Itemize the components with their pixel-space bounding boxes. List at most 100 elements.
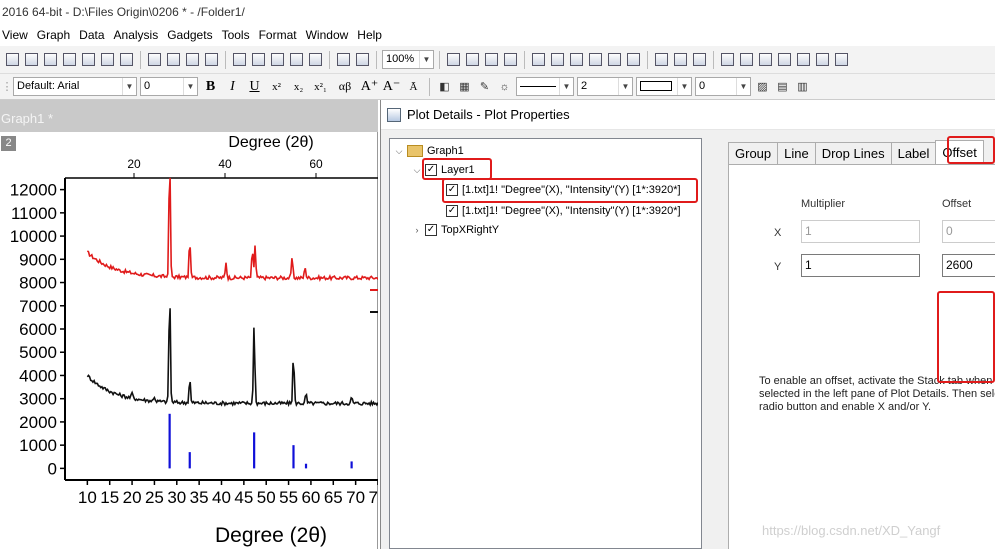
new-graph-icon[interactable] [42, 51, 59, 68]
bold-icon[interactable]: B [201, 79, 220, 95]
menu-gadgets[interactable]: Gadgets [165, 28, 219, 42]
tree-node-topxrighty[interactable]: › ✓ TopXRightY [412, 221, 499, 239]
zoom-combo[interactable]: 100% ▼ [382, 50, 434, 69]
tab-strip: Group Line Drop Lines Label Offset [728, 140, 984, 164]
pie-plot-icon[interactable] [795, 51, 812, 68]
chevron-down-icon[interactable]: ▼ [618, 78, 632, 95]
save-template-icon[interactable] [203, 51, 220, 68]
increase-font-icon[interactable]: A⁺ [360, 78, 379, 95]
results-log-icon[interactable] [587, 51, 604, 68]
open-icon[interactable] [146, 51, 163, 68]
top-axis-title: Degree (2θ) [228, 134, 313, 151]
menu-view[interactable]: View [0, 28, 35, 42]
tab-line[interactable]: Line [777, 142, 816, 164]
chevron-down-icon[interactable]: ▼ [677, 78, 691, 95]
x-tick-label: 15 [100, 488, 119, 507]
line-width-combo[interactable]: 2 ▼ [577, 77, 633, 96]
new-project-icon[interactable] [4, 51, 21, 68]
menu-help[interactable]: Help [355, 28, 389, 42]
duplicate-icon[interactable] [483, 51, 500, 68]
messages-log-icon[interactable] [606, 51, 623, 68]
copy-page-icon[interactable] [335, 51, 352, 68]
batch-icon[interactable] [307, 51, 324, 68]
xrd-chart[interactable]: Degree (2θ) Degree (2θ) 1200011000100009… [0, 100, 378, 549]
tab-label[interactable]: Label [890, 142, 937, 164]
line-style-combo[interactable]: ▼ [516, 77, 574, 96]
chevron-down-icon[interactable]: ▼ [183, 78, 197, 95]
x-multiplier-field[interactable]: 1 [801, 220, 920, 243]
statistics-icon[interactable] [672, 51, 689, 68]
refresh-icon[interactable] [464, 51, 481, 68]
superscript-icon[interactable]: x² [267, 81, 286, 93]
greek-icon[interactable]: αβ [333, 79, 357, 94]
y-tick-label: 7000 [19, 297, 57, 316]
hatch-icon[interactable]: ▨ [754, 78, 771, 95]
project-explorer-icon[interactable] [568, 51, 585, 68]
line-plot-icon[interactable] [719, 51, 736, 68]
print-icon[interactable] [445, 51, 462, 68]
code-builder-icon[interactable] [625, 51, 642, 68]
recalc-icon[interactable] [288, 51, 305, 68]
menu-window[interactable]: Window [304, 28, 356, 42]
chevron-down-icon[interactable]: ▼ [559, 78, 573, 95]
import-multi-icon[interactable] [250, 51, 267, 68]
menu-graph[interactable]: Graph [35, 28, 77, 42]
bar-plot-icon[interactable] [757, 51, 774, 68]
box-plot-icon[interactable] [814, 51, 831, 68]
underline-icon[interactable]: U [245, 79, 264, 95]
tab-drop-lines[interactable]: Drop Lines [814, 142, 892, 164]
expand-icon[interactable]: › [412, 225, 422, 235]
menu-format[interactable]: Format [257, 28, 304, 42]
table-format-icon[interactable]: ▤ [774, 78, 791, 95]
new-function-icon[interactable] [80, 51, 97, 68]
pattern-icon[interactable]: ▦ [456, 78, 473, 95]
import-ascii-icon[interactable] [231, 51, 248, 68]
collapse-icon[interactable]: ⌵ [394, 146, 404, 157]
menu-tools[interactable]: Tools [220, 28, 257, 42]
layout-icon[interactable]: ▥ [794, 78, 811, 95]
area-plot-icon[interactable] [776, 51, 793, 68]
supsub-icon[interactable]: x²₁ [311, 81, 330, 93]
y-offset-field[interactable]: 2600 [942, 254, 995, 277]
y-multiplier-field[interactable]: 1 [801, 254, 920, 277]
x-offset-field[interactable]: 0 [942, 220, 995, 243]
italic-icon[interactable]: I [223, 79, 242, 95]
text-rotate-icon[interactable]: Ā [404, 81, 423, 93]
y-tick-label: 1000 [19, 436, 57, 455]
open-template-icon[interactable] [165, 51, 182, 68]
chart-object-icon[interactable] [354, 51, 371, 68]
script-window-icon[interactable] [530, 51, 547, 68]
more-plot-icon[interactable] [833, 51, 850, 68]
chevron-down-icon[interactable]: ▼ [419, 51, 433, 68]
new-workbook-icon[interactable] [23, 51, 40, 68]
tree-node-plot2[interactable]: ✓ [1.txt]1! "Degree"(X), "Intensity"(Y) … [446, 202, 681, 220]
window-title: 2016 64-bit - D:\Files Origin\0206 * - /… [0, 0, 995, 24]
decrease-font-icon[interactable]: A⁻ [382, 78, 401, 95]
font-size-combo[interactable]: 0 ▼ [140, 77, 198, 96]
pattern-value-combo[interactable]: 0 ▼ [695, 77, 751, 96]
chevron-down-icon[interactable]: ▼ [122, 78, 136, 95]
chevron-down-icon[interactable]: ▼ [736, 78, 750, 95]
custom-routine-icon[interactable] [502, 51, 519, 68]
menu-analysis[interactable]: Analysis [112, 28, 166, 42]
brightness-icon[interactable]: ☼ [496, 78, 513, 95]
font-name-combo[interactable]: Default: Arial ▼ [13, 77, 137, 96]
subscript-icon[interactable]: x₂ [289, 81, 308, 93]
menu-data[interactable]: Data [77, 28, 111, 42]
tab-group[interactable]: Group [728, 142, 779, 164]
new-notes-icon[interactable] [118, 51, 135, 68]
new-matrix-icon[interactable] [61, 51, 78, 68]
save-icon[interactable] [184, 51, 201, 68]
border-style-combo[interactable]: ▼ [636, 77, 692, 96]
import-wizard-icon[interactable] [269, 51, 286, 68]
fill-color-icon[interactable]: ◧ [436, 78, 453, 95]
collapse-icon[interactable]: ⌵ [412, 165, 422, 176]
plot2-checkbox[interactable]: ✓ [446, 205, 458, 217]
new-layout-icon[interactable] [99, 51, 116, 68]
topxrighty-checkbox[interactable]: ✓ [425, 224, 437, 236]
add-column-icon[interactable] [653, 51, 670, 68]
line-color-icon[interactable]: ✎ [476, 78, 493, 95]
sort-icon[interactable] [691, 51, 708, 68]
scatter-plot-icon[interactable] [738, 51, 755, 68]
command-window-icon[interactable] [549, 51, 566, 68]
